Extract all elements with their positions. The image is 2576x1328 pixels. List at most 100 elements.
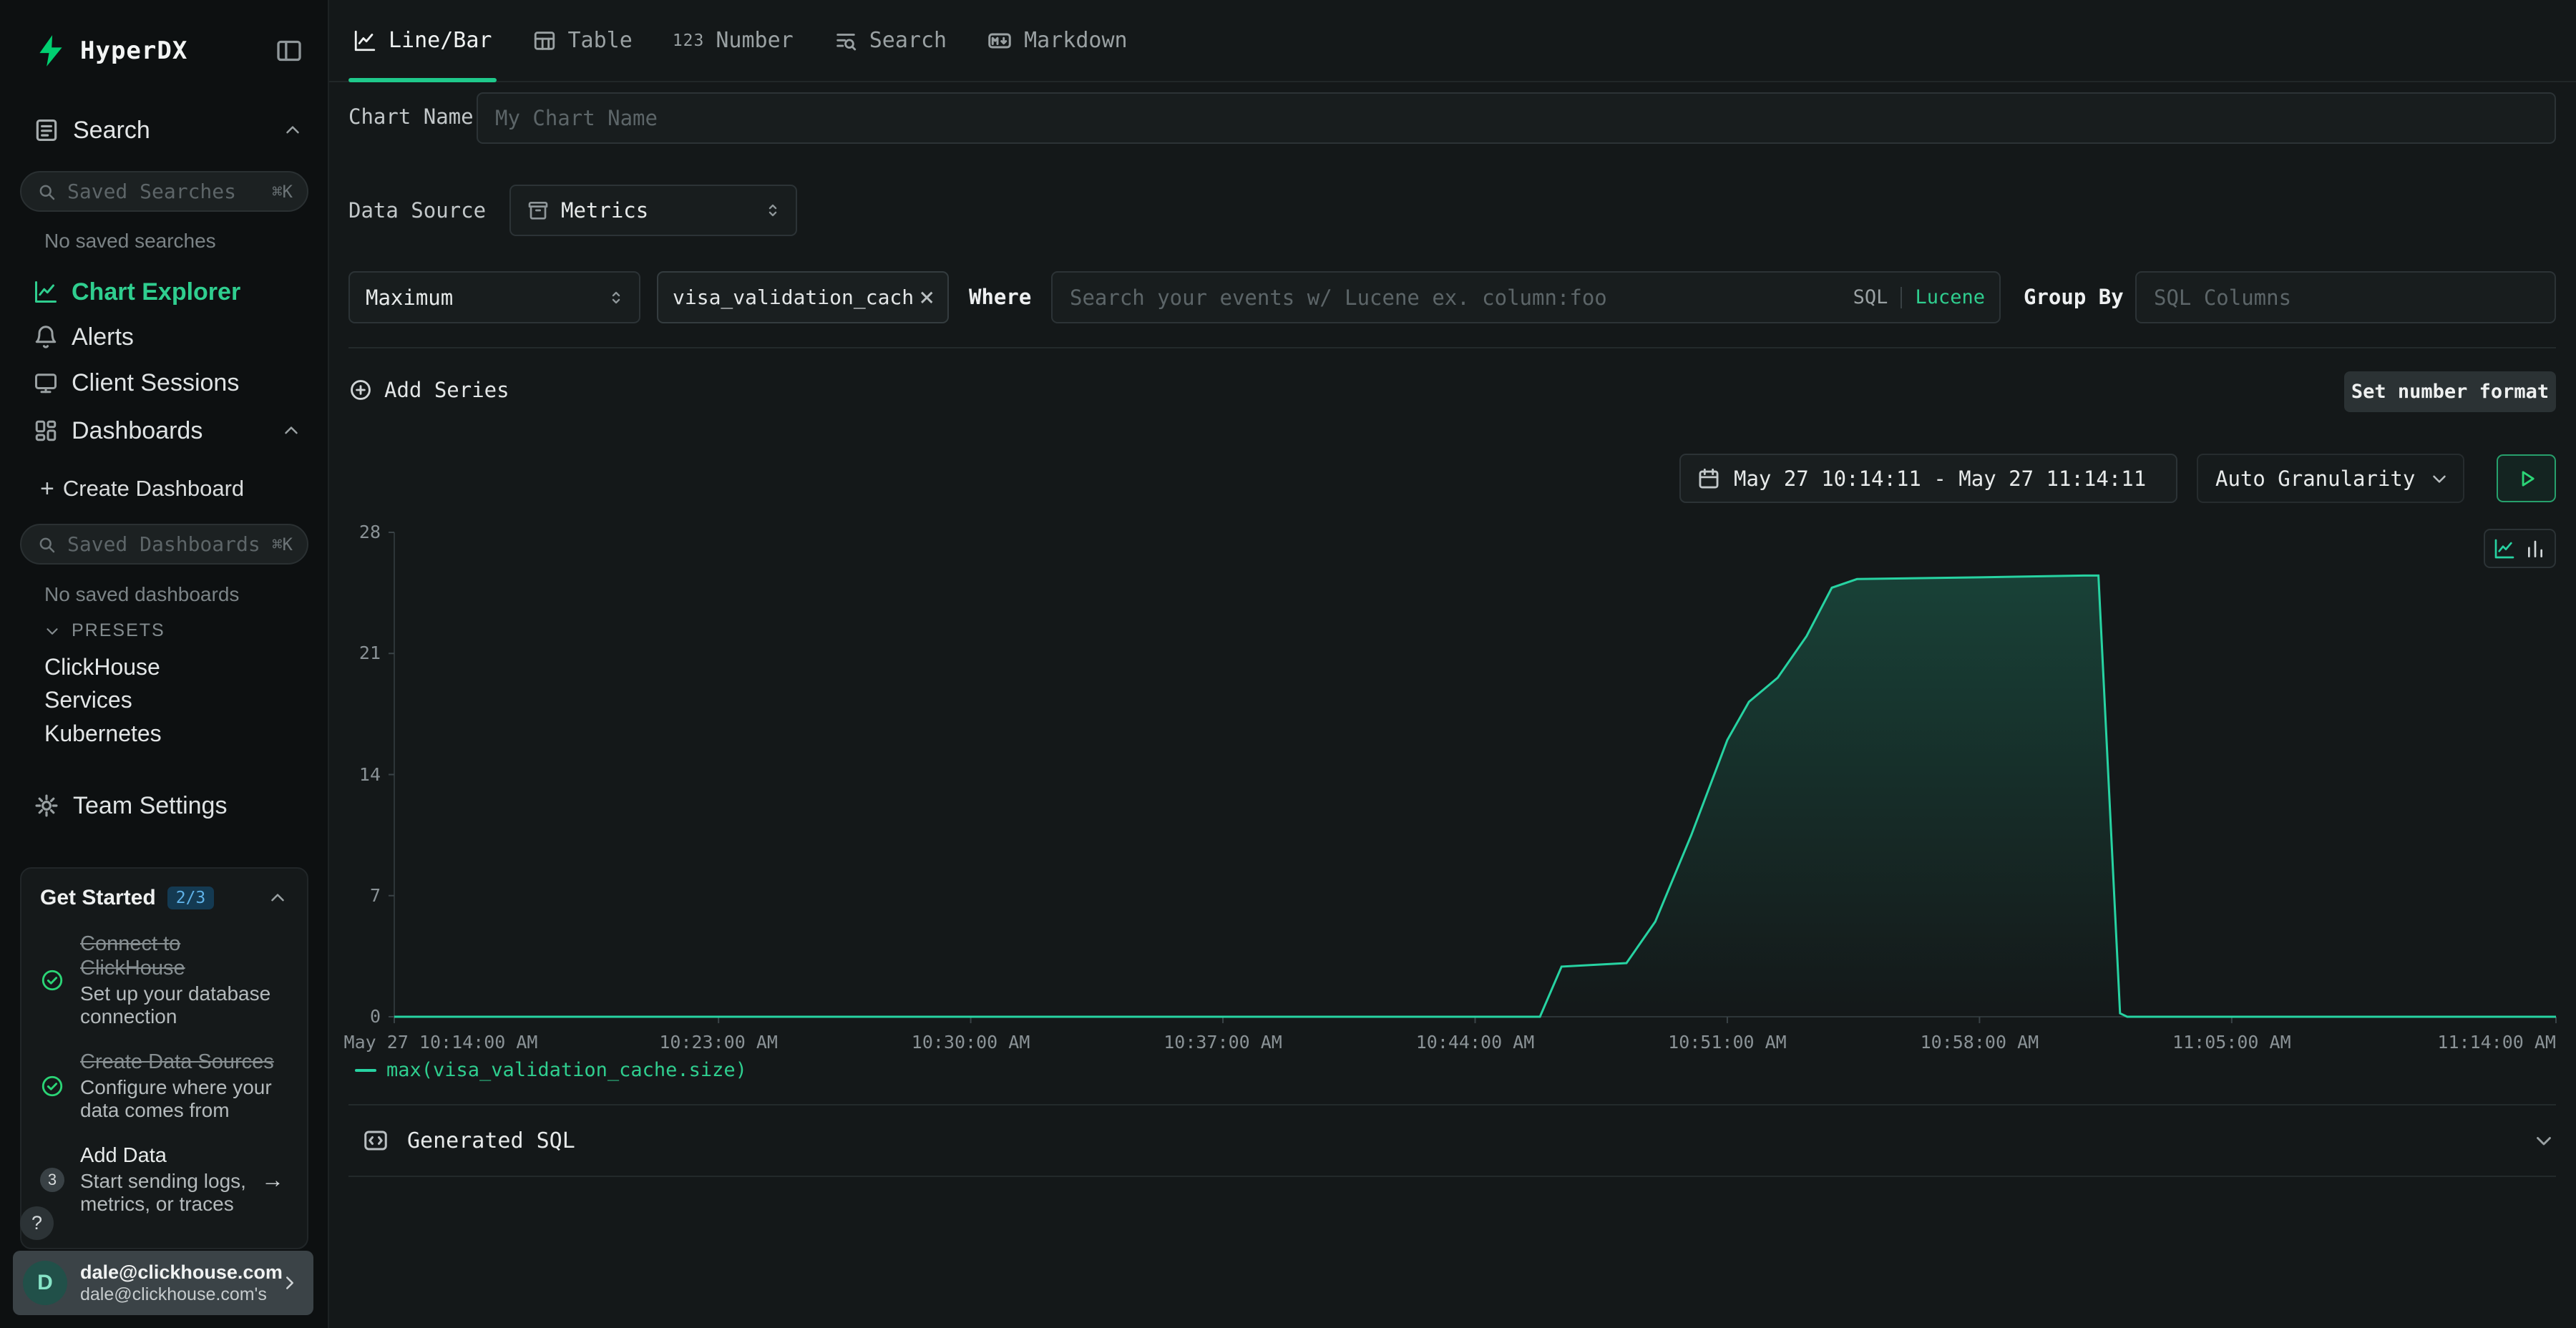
- get-started-item-text: Connect to ClickHouse Set up your databa…: [80, 932, 288, 1028]
- nav-label: Dashboards: [72, 417, 203, 445]
- add-series-label: Add Series: [384, 378, 509, 402]
- preset-clickhouse[interactable]: ClickHouse: [44, 653, 160, 681]
- play-icon: [2514, 467, 2539, 491]
- nav-label: Team Settings: [73, 792, 227, 820]
- nav-label: Client Sessions: [72, 369, 239, 397]
- y-axis-tick-label: 21: [359, 643, 381, 664]
- sidebar-section-search[interactable]: Search: [33, 113, 303, 147]
- user-email: dale@clickhouse.com: [80, 1261, 266, 1284]
- brand-name: HyperDX: [80, 36, 187, 65]
- run-query-button[interactable]: [2497, 454, 2556, 502]
- presets-label: PRESETS: [72, 620, 165, 641]
- date-range-picker[interactable]: May 27 10:14:11 - May 27 11:14:11: [1679, 454, 2177, 503]
- tab-search[interactable]: Search: [829, 0, 951, 81]
- hyperdx-app: HyperDX Search Saved Searches ⌘K No save…: [0, 0, 2576, 1328]
- create-dashboard-button[interactable]: + Create Dashboard: [40, 475, 244, 502]
- check-circle-icon: [40, 968, 64, 992]
- tab-table[interactable]: Table: [528, 0, 637, 81]
- chart-explorer-main: Line/Bar Table 123 Number Search Markdow…: [329, 0, 2576, 1328]
- saved-searches-shortcut: ⌘K: [272, 182, 293, 202]
- chart-plot-area[interactable]: [387, 528, 2563, 1029]
- help-button[interactable]: ?: [20, 1206, 54, 1240]
- number-123-icon: 123: [673, 31, 705, 50]
- y-axis-tick-label: 7: [370, 885, 381, 907]
- active-tab-indicator: [348, 78, 497, 82]
- user-info: dale@clickhouse.com dale@clickhouse.com'…: [80, 1261, 266, 1305]
- saved-dashboards-shortcut: ⌘K: [272, 534, 293, 555]
- line-chart: [387, 528, 2563, 1029]
- no-saved-dashboards-note: No saved dashboards: [44, 582, 239, 607]
- gear-icon: [33, 792, 60, 819]
- chevron-up-icon[interactable]: [282, 119, 303, 141]
- query-language-toggle: SQL Lucene: [1853, 271, 1985, 323]
- saved-searches-search[interactable]: Saved Searches ⌘K: [20, 171, 308, 212]
- get-started-item-sources[interactable]: Create Data Sources Configure where your…: [40, 1050, 288, 1122]
- plus-icon: +: [40, 475, 54, 503]
- chevron-down-icon: [43, 622, 62, 640]
- group-by-input[interactable]: [2135, 271, 2556, 323]
- sidebar-item-client-sessions[interactable]: Client Sessions: [0, 366, 328, 400]
- chart-name-input[interactable]: [477, 92, 2556, 144]
- y-axis-tick-label: 28: [359, 522, 381, 543]
- preset-services[interactable]: Services: [44, 685, 132, 714]
- check-circle-icon: [40, 1074, 64, 1098]
- add-series-button[interactable]: Add Series: [348, 370, 509, 410]
- get-started-item-connect[interactable]: Connect to ClickHouse Set up your databa…: [40, 932, 288, 1028]
- view-tabs: Line/Bar Table 123 Number Search Markdow…: [329, 0, 2576, 82]
- date-range-value: May 27 10:14:11 - May 27 11:14:11: [1734, 467, 2146, 491]
- sidebar-header: HyperDX: [33, 29, 303, 73]
- metric-chip[interactable]: visa_validation_cach ×: [657, 271, 949, 323]
- create-dashboard-label: Create Dashboard: [63, 476, 244, 502]
- user-menu[interactable]: D dale@clickhouse.com dale@clickhouse.co…: [13, 1251, 313, 1315]
- sidebar-item-alerts[interactable]: Alerts: [0, 320, 328, 354]
- lucene-toggle[interactable]: Lucene: [1915, 286, 1985, 308]
- remove-metric-icon[interactable]: ×: [919, 285, 935, 311]
- get-started-item-title: Connect to ClickHouse: [80, 932, 288, 980]
- set-number-format-button[interactable]: Set number format: [2344, 371, 2556, 412]
- sql-toggle[interactable]: SQL: [1853, 286, 1888, 308]
- x-axis-tick-label: 10:51:00 AM: [1668, 1032, 1787, 1053]
- tab-line-bar[interactable]: Line/Bar: [348, 0, 497, 81]
- toggle-divider: [1901, 287, 1902, 308]
- bell-icon: [33, 324, 59, 350]
- select-chevrons-icon: [606, 288, 626, 308]
- chart-legend[interactable]: max(visa_validation_cache.size): [355, 1059, 747, 1081]
- brand[interactable]: HyperDX: [33, 33, 187, 69]
- tab-label: Number: [716, 28, 793, 53]
- collapse-sidebar-icon[interactable]: [275, 36, 303, 65]
- chevron-up-icon[interactable]: [267, 887, 288, 909]
- presets-toggle[interactable]: PRESETS: [43, 620, 165, 641]
- saved-dashboards-search[interactable]: Saved Dashboards ⌘K: [20, 524, 308, 565]
- tab-number[interactable]: 123 Number: [668, 0, 798, 81]
- search-icon: [36, 534, 57, 555]
- data-source-select[interactable]: Metrics: [509, 185, 797, 236]
- no-saved-searches-note: No saved searches: [44, 229, 216, 253]
- preset-kubernetes[interactable]: Kubernetes: [44, 719, 162, 748]
- chevron-down-icon: [2532, 1128, 2556, 1153]
- get-started-title: Get Started: [40, 886, 156, 910]
- group-by-label: Group By: [2024, 285, 2124, 309]
- generated-sql-toggle[interactable]: Generated SQL: [348, 1105, 2556, 1176]
- sidebar: HyperDX Search Saved Searches ⌘K No save…: [0, 0, 329, 1328]
- sidebar-item-team-settings[interactable]: Team Settings: [0, 788, 328, 823]
- arrow-right-icon: →: [261, 1166, 284, 1193]
- plus-circle-icon: [348, 378, 373, 402]
- sidebar-item-dashboards[interactable]: Dashboards: [0, 414, 328, 448]
- chart-name-label: Chart Name: [348, 104, 474, 129]
- get-started-item-add-data[interactable]: 3 Add Data Start sending logs, metrics, …: [40, 1143, 288, 1216]
- aggregation-value: Maximum: [366, 285, 453, 310]
- tab-markdown[interactable]: Markdown: [982, 0, 1132, 81]
- chevron-up-icon[interactable]: [280, 420, 302, 441]
- calendar-icon: [1697, 467, 1721, 491]
- granularity-select[interactable]: Auto Granularity: [2197, 454, 2464, 503]
- sidebar-item-chart-explorer[interactable]: Chart Explorer: [0, 275, 328, 309]
- search-section-label: Search: [73, 117, 150, 145]
- nav-label: Alerts: [72, 323, 134, 351]
- monitor-icon: [33, 370, 59, 396]
- get-started-header[interactable]: Get Started 2/3: [40, 886, 288, 910]
- y-axis-labels: 07142128: [329, 528, 384, 1029]
- data-source-value: Metrics: [561, 198, 648, 223]
- aggregation-select[interactable]: Maximum: [348, 271, 640, 323]
- hyperdx-logo-icon: [33, 33, 69, 69]
- x-axis-tick-label: May 27 10:14:00 AM: [344, 1032, 538, 1053]
